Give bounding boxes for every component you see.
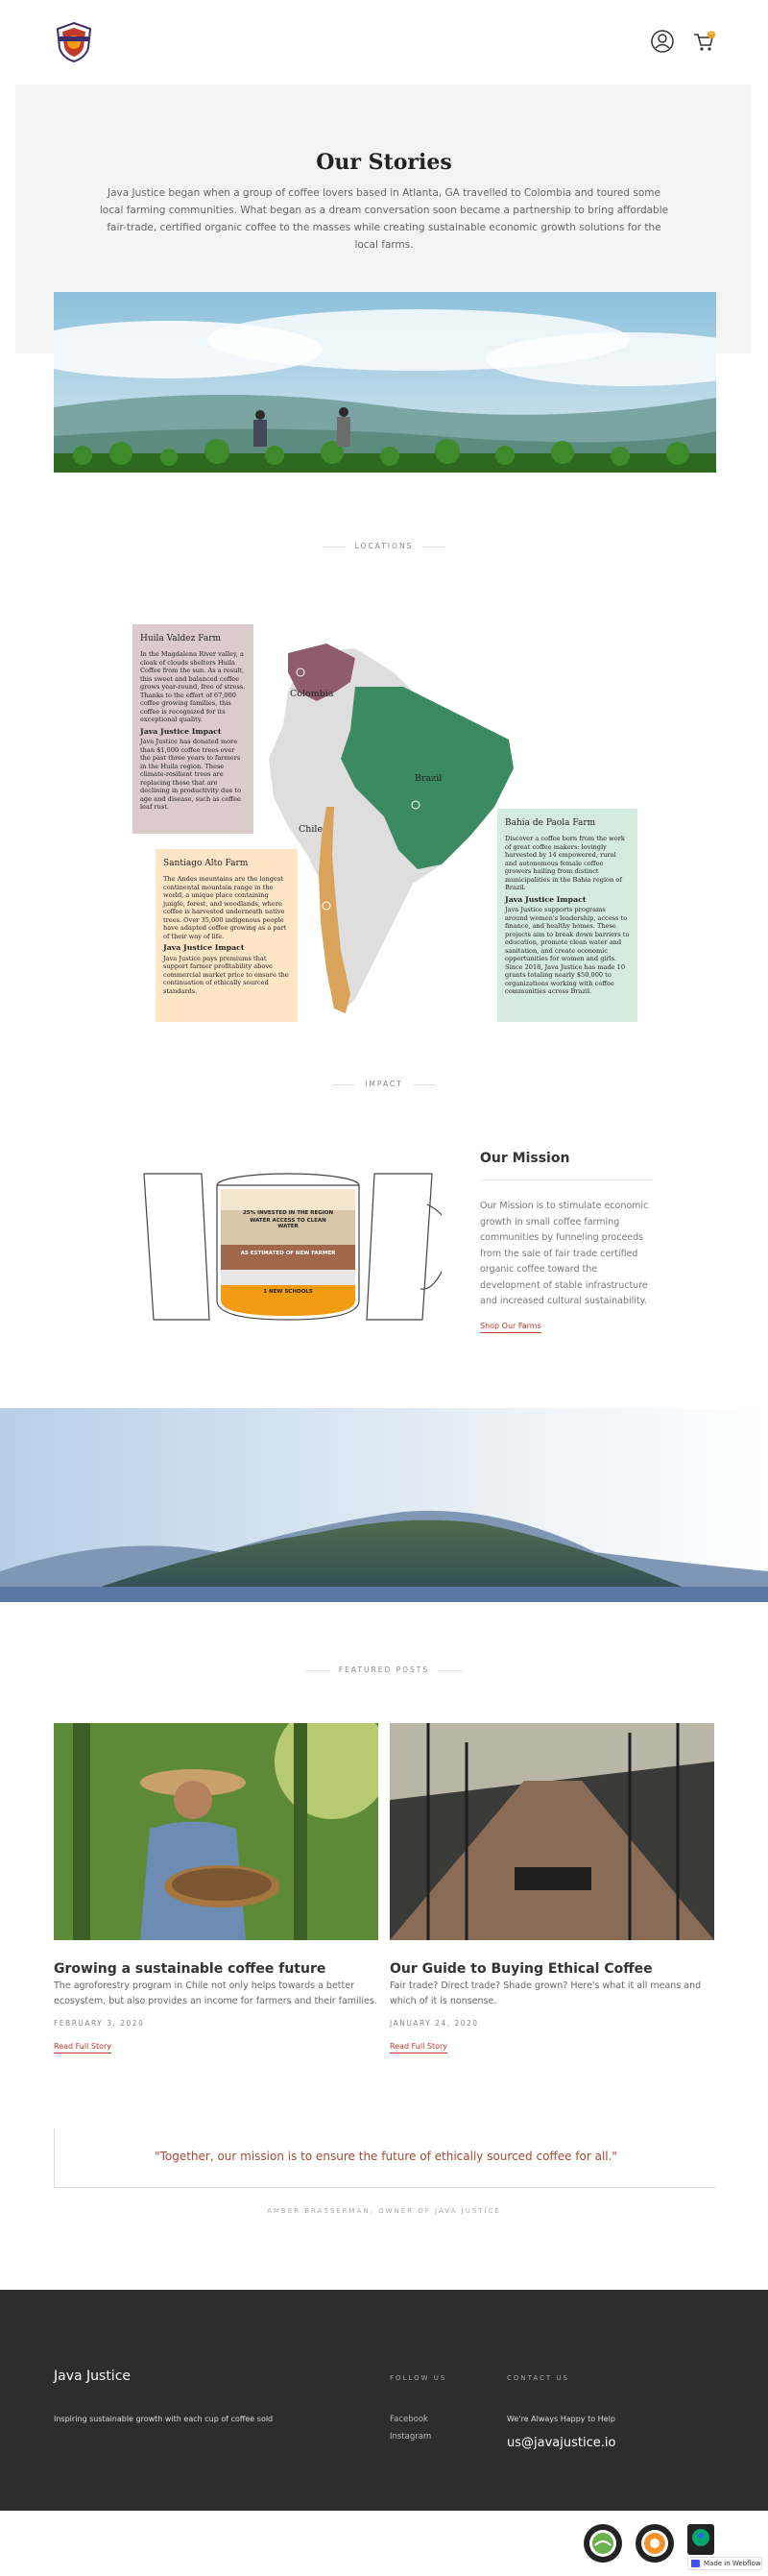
instagram-link[interactable]: Instagram <box>390 2432 431 2442</box>
user-circle-icon[interactable] <box>650 29 675 54</box>
locations-label: LOCATIONS <box>0 542 768 550</box>
mission-title: Our Mission <box>480 1151 570 1166</box>
mission-text: Our Mission is to stimulate economic gro… <box>480 1201 649 1306</box>
usda-organic-seal-icon <box>584 2524 622 2563</box>
post-title[interactable]: Our Guide to Buying Ethical Coffee <box>390 1961 653 1977</box>
post-image-farmer[interactable] <box>54 1723 378 1940</box>
made-in-webflow-badge[interactable]: Made in Webflow <box>687 2557 762 2570</box>
divider <box>480 1179 653 1180</box>
farm-impact-text: Java Justice supports programs around wo… <box>505 906 630 995</box>
mug-layer-label: WATER ACCESS TO CLEAN WATER <box>250 1218 326 1229</box>
country-label-colombia: Colombia <box>290 689 334 699</box>
farm-description: The Andes mountains are the longest cont… <box>163 875 287 940</box>
mountain-banner-photo <box>0 1408 768 1602</box>
contact-email-link[interactable]: us@javajustice.io <box>507 2436 615 2450</box>
contact-heading: CONTACT US <box>507 2374 569 2382</box>
post-title[interactable]: Growing a sustainable coffee future <box>54 1961 325 1977</box>
hero-intro-text: Java Justice began when a group of coffe… <box>99 187 669 251</box>
farm-impact-text: Java Justice has donated more than $1,00… <box>140 738 242 811</box>
hero-farm-photo <box>54 292 716 473</box>
farm-name: Bahia de Paola Farm <box>505 818 596 828</box>
java-justice-logo[interactable] <box>54 21 94 63</box>
post-excerpt: Fair trade? Direct trade? Shade grown? H… <box>390 1981 702 2006</box>
farm-name: Huila Valdez Farm <box>140 634 222 644</box>
mug-layer-label: 1 NEW SCHOOLS <box>263 1289 313 1295</box>
country-label-chile: Chile <box>299 824 324 835</box>
webflow-label: Made in Webflow <box>704 2560 761 2567</box>
quote-box: "Together, our mission is to ensure the … <box>54 2128 716 2188</box>
mug-layer-label: AS ESTIMATED OF NEW FARMER <box>240 1251 336 1256</box>
country-label-brazil: Brazil <box>415 773 443 784</box>
farm-card-huila: Huila Valdez Farm In the Magdalena River… <box>132 624 253 834</box>
cart-icon[interactable]: 0 <box>691 29 716 54</box>
farm-card-santiago: Santiago Alto Farm The Andes mountains a… <box>156 849 298 1022</box>
farm-name: Santiago Alto Farm <box>163 859 249 868</box>
post-date: FEBRUARY 3, 2020 <box>54 2019 145 2028</box>
cart-count: 0 <box>709 30 713 36</box>
farm-description: Discover a coffee born from the work of … <box>505 835 625 891</box>
quote-author: AMBER BRASSERMAN, OWNER OF JAVA JUSTICE <box>267 2207 501 2215</box>
farm-description: In the Magdalena River valley, a cloak o… <box>140 650 246 723</box>
site-header: 0 <box>0 0 768 83</box>
facebook-link[interactable]: Facebook <box>390 2415 428 2424</box>
farm-impact-text: Java Justice pays premiums that support … <box>163 954 289 995</box>
contact-note: We're Always Happy to Help <box>507 2415 615 2423</box>
page-title: Our Stories <box>316 150 452 175</box>
read-full-story-link[interactable]: Read Full Story <box>54 2042 111 2054</box>
read-full-story-link[interactable]: Read Full Story <box>390 2042 447 2054</box>
post-date: JANUARY 24, 2020 <box>390 2019 479 2028</box>
farm-card-bahia: Bahia de Paola Farm Discover a coffee bo… <box>497 809 637 1022</box>
shop-our-farms-link[interactable]: Shop Our Farms <box>480 1322 541 1333</box>
webflow-icon <box>691 2560 700 2567</box>
footer-brand: Java Justice <box>54 2369 132 2384</box>
fair-trade-seal-icon <box>636 2524 674 2563</box>
post-excerpt: The agroforestry program in Chile not on… <box>54 1981 377 2006</box>
featured-posts-label: FEATURED POSTS <box>0 1665 768 1674</box>
site-footer: Java Justice Inspiring sustainable growt… <box>0 2290 768 2511</box>
farm-impact-title: Java Justice Impact <box>140 726 222 736</box>
fairtrade-certified-icon <box>687 2524 714 2555</box>
farm-impact-title: Java Justice Impact <box>163 943 245 952</box>
follow-heading: FOLLOW US <box>390 2374 447 2382</box>
quote-text: "Together, our mission is to ensure the … <box>155 2150 617 2163</box>
mug-layer-label: 25% INVESTED IN THE REGION <box>242 1210 334 1216</box>
post-image-drying-beds[interactable] <box>390 1723 714 1940</box>
impact-label: IMPACT <box>0 1080 768 1088</box>
farm-impact-title: Java Justice Impact <box>505 894 587 904</box>
footer-tagline: Inspiring sustainable growth with each c… <box>54 2415 274 2423</box>
